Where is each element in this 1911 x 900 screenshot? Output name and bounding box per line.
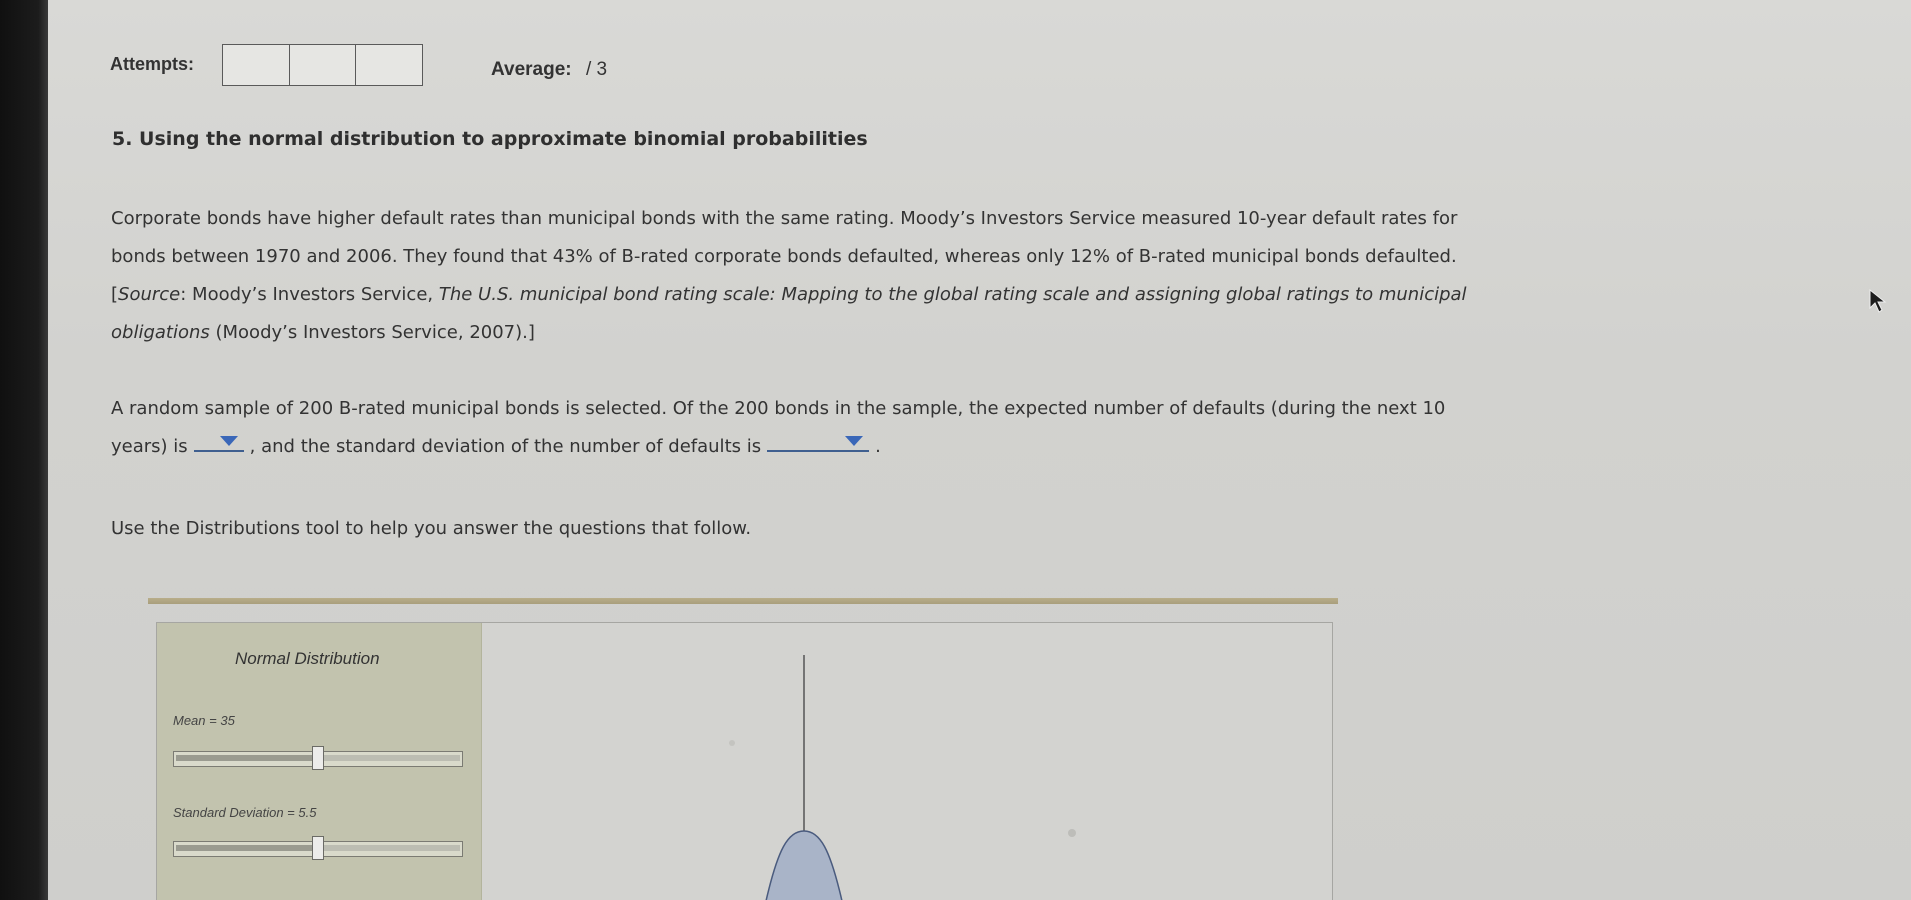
question-paragraph-3: Use the Distributions tool to help you a… (111, 510, 1671, 548)
tool-divider-bar (148, 598, 1338, 604)
normal-curve (765, 830, 843, 900)
p2-line-1: A random sample of 200 B-rated municipal… (111, 398, 1446, 419)
attempt-box-3 (355, 44, 423, 86)
expected-defaults-dropdown[interactable] (193, 428, 244, 452)
p1-line-2: bonds between 1970 and 2006. They found … (111, 246, 1457, 267)
publication-title-end: obligations (111, 322, 210, 343)
distributions-tool: Normal Distribution Mean = 35 Standard D… (156, 622, 1333, 900)
question-paragraph-2: A random sample of 200 B-rated municipal… (111, 390, 1671, 466)
distribution-plot[interactable] (482, 623, 1332, 900)
publication-title: The U.S. municipal bond rating scale: Ma… (438, 284, 1467, 305)
plot-dot (1068, 829, 1076, 837)
sd-slider[interactable] (173, 836, 463, 860)
p2-line-2-b: , and the standard deviation of the numb… (249, 436, 762, 457)
panel-title: Normal Distribution (235, 649, 380, 668)
attempts-label: Attempts: (110, 54, 194, 74)
distribution-controls-panel: Normal Distribution Mean = 35 Standard D… (157, 623, 482, 900)
sd-slider-track (324, 845, 460, 851)
p1-line-3-mid: : Moody’s Investors Service, (180, 284, 439, 305)
mean-slider-track (324, 755, 460, 761)
sd-slider-fill (176, 845, 318, 851)
dropdown-arrow-icon (845, 436, 864, 446)
assignment-page: Attempts: Average: / 3 5. Using the norm… (48, 0, 1911, 900)
mean-label: Mean = 35 (173, 713, 235, 728)
mean-slider[interactable] (173, 746, 463, 770)
sd-label: Standard Deviation = 5.5 (173, 805, 317, 820)
dropdown-arrow-icon (219, 436, 238, 446)
sd-slider-thumb[interactable] (312, 836, 324, 860)
attempt-box-2 (288, 44, 357, 86)
question-paragraph-1: Corporate bonds have higher default rate… (111, 200, 1671, 352)
p1-line-1: Corporate bonds have higher default rate… (111, 208, 1458, 229)
mean-slider-thumb[interactable] (312, 746, 324, 770)
mouse-pointer-icon (1869, 288, 1887, 313)
p3-text: Use the Distributions tool to help you a… (111, 518, 752, 539)
attempt-box-1 (222, 44, 290, 86)
p1-line-4-rest: (Moody’s Investors Service, 2007).] (209, 322, 535, 343)
p2-line-2-a: years) is (111, 436, 188, 457)
p2-line-2-c: . (875, 436, 881, 457)
average-value: / 3 (586, 59, 608, 80)
question-title: 5. Using the normal distribution to appr… (112, 128, 868, 150)
attempt-boxes (222, 44, 423, 86)
p1-line-3-open: [ (111, 284, 119, 305)
plot-dot (729, 740, 735, 746)
screen-bezel (0, 0, 48, 900)
mean-slider-fill (176, 755, 318, 761)
std-dev-defaults-dropdown[interactable] (767, 428, 870, 452)
average-label: Average: (491, 59, 572, 80)
source-word: Source (118, 284, 181, 305)
